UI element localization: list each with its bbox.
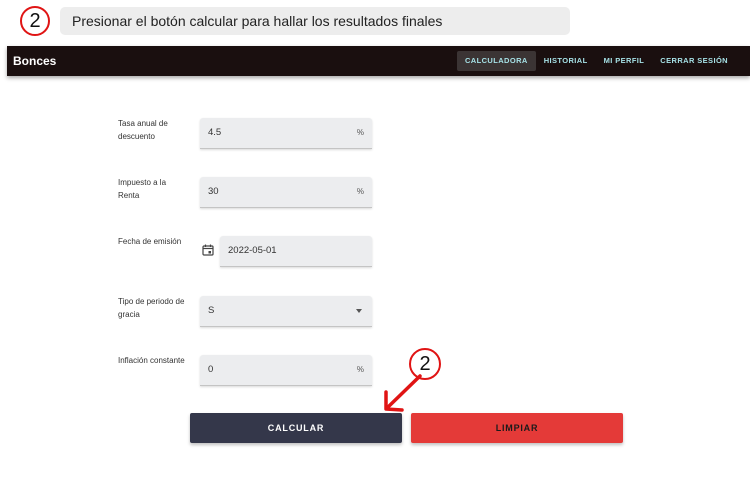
fecha-value: 2022-05-01 xyxy=(228,245,277,256)
inflacion-value: 0 xyxy=(208,364,214,375)
percent-suffix: % xyxy=(356,187,364,196)
nav-menu: CALCULADORA HISTORIAL MI PERFIL CERRAR S… xyxy=(456,51,736,71)
step-number-badge: 2 xyxy=(20,6,50,36)
nav-item-historial[interactable]: HISTORIAL xyxy=(536,51,596,71)
periodo-select[interactable]: S xyxy=(200,296,372,327)
dropdown-caret-icon xyxy=(356,309,362,313)
impuesto-input[interactable]: 30 % xyxy=(200,177,372,208)
brand-logo[interactable]: Bonces xyxy=(13,46,56,76)
form-row-tasa: Tasa anual de descuento 4.5 % xyxy=(118,118,378,150)
form-row-fecha: Fecha de emisión 2022-05-01 xyxy=(118,236,378,268)
periodo-label: Tipo de periodo de gracia xyxy=(118,297,185,319)
form-row-inflacion: Inflación constante 0 % xyxy=(118,355,378,387)
calendar-icon[interactable] xyxy=(202,244,214,256)
tasa-input[interactable]: 4.5 % xyxy=(200,118,372,149)
instruction-banner: Presionar el botón calcular para hallar … xyxy=(60,7,570,35)
inflacion-input[interactable]: 0 % xyxy=(200,355,372,386)
nav-item-calculadora[interactable]: CALCULADORA xyxy=(456,51,536,71)
nav-item-cerrar-sesion[interactable]: CERRAR SESIÓN xyxy=(652,51,736,71)
fecha-label: Fecha de emisión xyxy=(118,237,182,246)
percent-suffix: % xyxy=(356,128,364,137)
fecha-input[interactable]: 2022-05-01 xyxy=(220,236,372,267)
nav-item-mi-perfil[interactable]: MI PERFIL xyxy=(596,51,653,71)
tasa-label: Tasa anual de descuento xyxy=(118,119,168,141)
pointer-arrow-icon xyxy=(384,374,422,412)
form-row-impuesto: Impuesto a la Renta 30 % xyxy=(118,177,378,209)
form-row-periodo: Tipo de periodo de gracia S xyxy=(118,296,378,328)
app-bar: Bonces CALCULADORA HISTORIAL MI PERFIL C… xyxy=(7,46,750,76)
percent-suffix: % xyxy=(356,365,364,374)
periodo-value: S xyxy=(208,305,215,316)
impuesto-label: Impuesto a la Renta xyxy=(118,178,167,200)
impuesto-value: 30 xyxy=(208,186,219,197)
inflacion-label: Inflación constante xyxy=(118,356,185,365)
tasa-value: 4.5 xyxy=(208,127,222,138)
limpiar-button[interactable]: LIMPIAR xyxy=(411,413,623,443)
calcular-button[interactable]: CALCULAR xyxy=(190,413,402,443)
